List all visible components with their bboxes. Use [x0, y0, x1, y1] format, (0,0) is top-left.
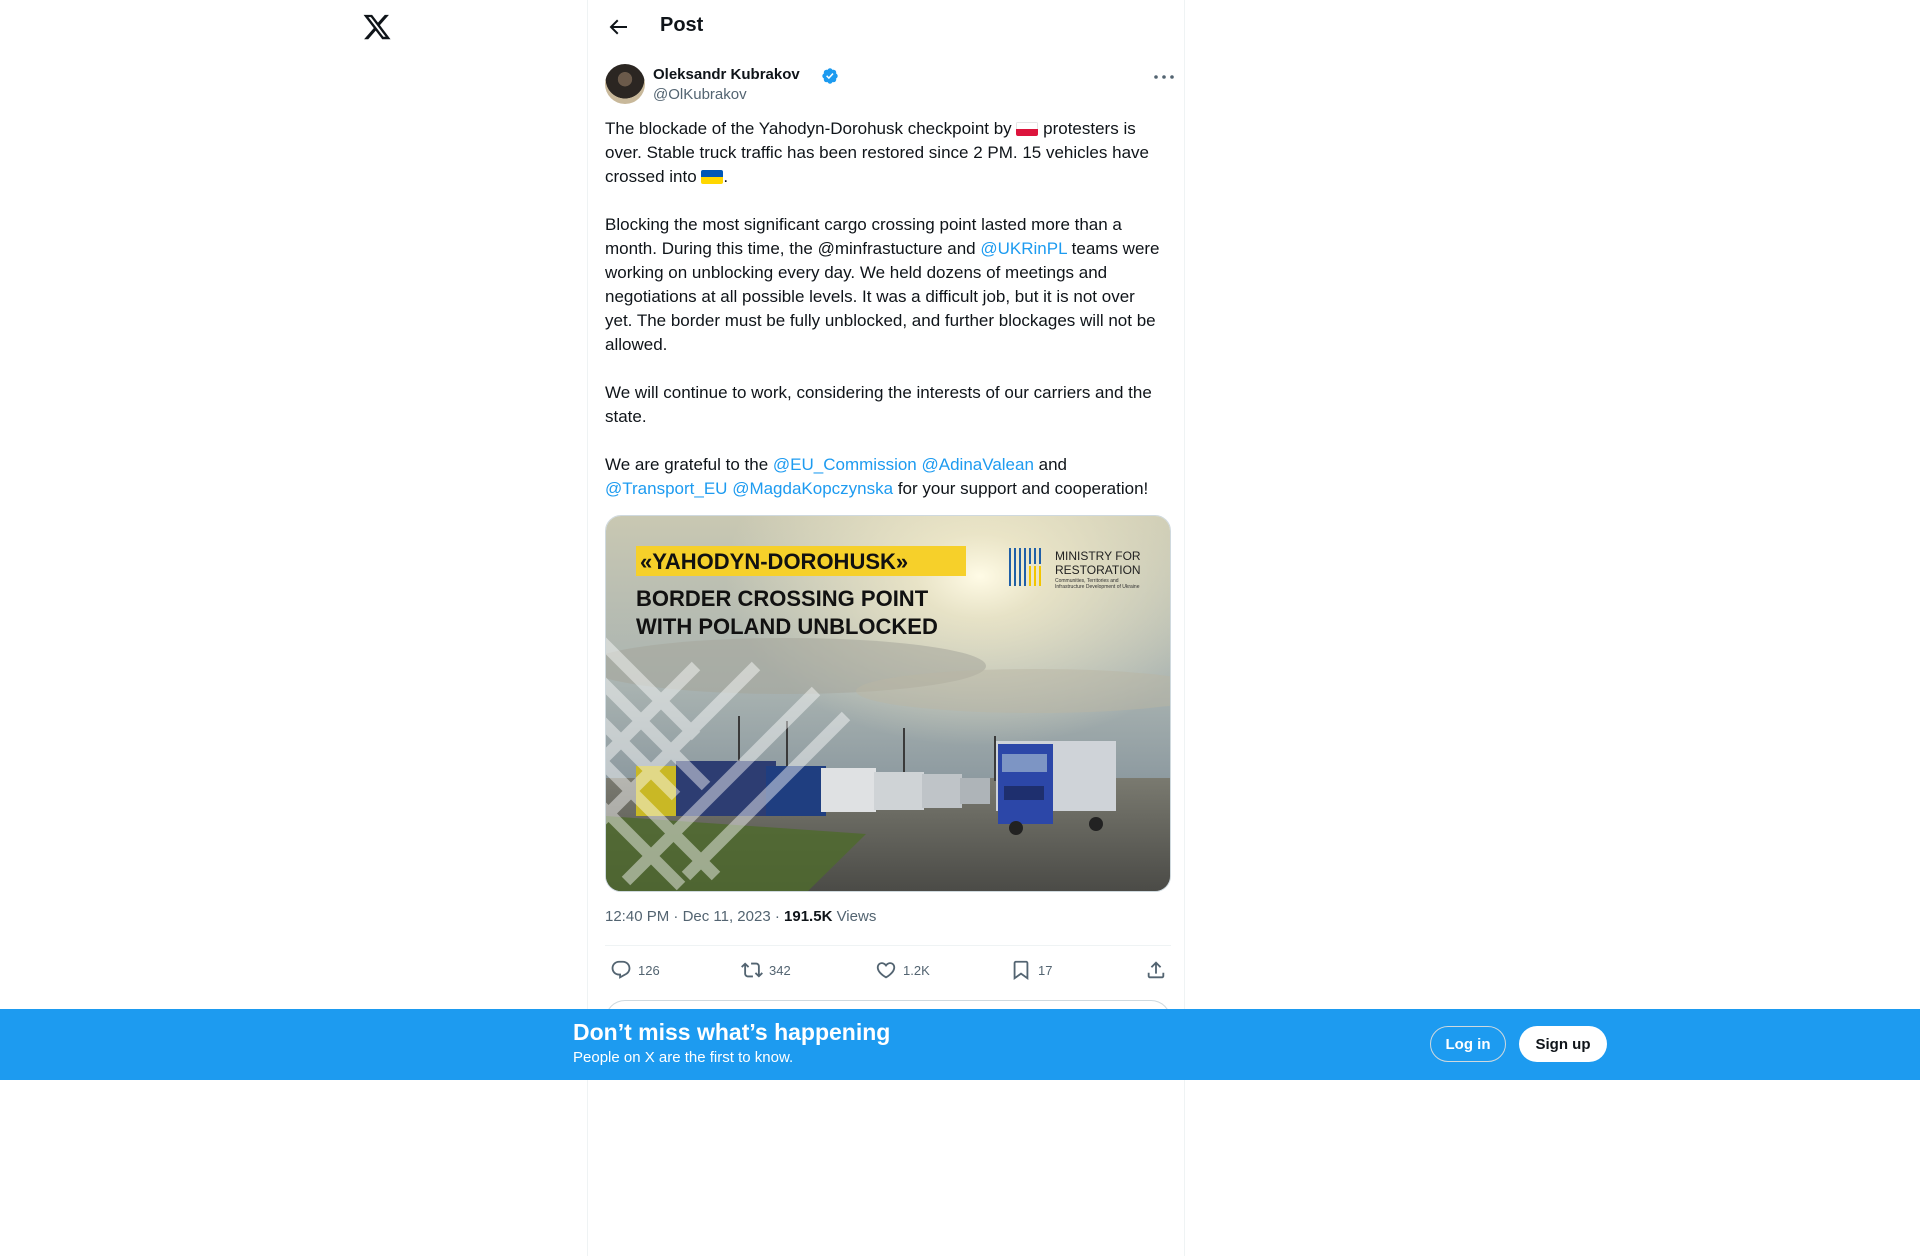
media-subhead-line: WITH POLAND UNBLOCKED: [636, 614, 938, 639]
mention-link[interactable]: @EU_Commission: [773, 455, 917, 474]
post-meta: 12:40 PM · Dec 11, 2023 · 191.5K Views: [605, 908, 876, 925]
repost-count: 342: [769, 962, 791, 978]
signup-banner: Don’t miss what’s happening People on X …: [0, 1009, 1920, 1080]
text-segment: We are grateful to the: [605, 455, 773, 474]
reply-count: 126: [638, 962, 660, 978]
heart-icon: [876, 962, 896, 979]
verified-badge-icon: [822, 68, 838, 84]
repost-button[interactable]: 342: [741, 958, 791, 982]
more-options-icon[interactable]: [1153, 72, 1175, 82]
reply-icon: [611, 960, 631, 979]
text-segment: .: [723, 167, 729, 186]
text-segment: The blockade of the Yahodyn-Dorohusk che…: [605, 119, 1017, 138]
media-illustration: «YAHODYN-DOROHUSK» BORDER CROSSING POINT…: [606, 516, 1170, 891]
divider: [605, 945, 1171, 946]
banner-subtitle: People on X are the first to know.: [573, 1049, 794, 1066]
text-segment: for your support and cooperation!: [893, 479, 1149, 498]
separator: ·: [669, 908, 683, 925]
reply-button[interactable]: 126: [610, 958, 660, 982]
media-brand-small: Infrastructure Development of Ukraine: [1055, 584, 1140, 590]
tweet-paragraph: Blocking the most significant cargo cros…: [605, 213, 1165, 357]
post-time[interactable]: 12:40 PM: [605, 908, 669, 925]
tweet-paragraph: The blockade of the Yahodyn-Dorohusk che…: [605, 117, 1165, 189]
signup-button[interactable]: Sign up: [1519, 1026, 1607, 1062]
media-headline: «YAHODYN-DOROHUSK»: [640, 549, 908, 574]
media-brand-line: MINISTRY FOR: [1055, 549, 1141, 563]
page-title: Post: [660, 14, 704, 36]
repost-icon: [741, 962, 763, 978]
mention-link[interactable]: @UKRinPL: [980, 239, 1067, 258]
post-date[interactable]: Dec 11, 2023: [683, 908, 771, 925]
tweet-media-image[interactable]: «YAHODYN-DOROHUSK» BORDER CROSSING POINT…: [605, 515, 1171, 892]
bookmark-button[interactable]: 17: [1010, 958, 1052, 982]
tweet-text: The blockade of the Yahodyn-Dorohusk che…: [605, 117, 1165, 501]
views-label: Views: [832, 908, 877, 925]
separator: ·: [770, 908, 785, 925]
media-brand-line: RESTORATION: [1055, 563, 1141, 577]
ukraine-flag-icon: [701, 170, 724, 184]
login-button[interactable]: Log in: [1430, 1026, 1506, 1062]
mention-link[interactable]: @Transport_EU: [605, 479, 727, 498]
avatar[interactable]: [605, 64, 645, 104]
x-logo-icon[interactable]: [362, 12, 392, 42]
share-button[interactable]: [1145, 958, 1167, 982]
arrow-left-icon[interactable]: [606, 15, 630, 39]
poland-flag-icon: [1016, 122, 1039, 136]
tweet-paragraph: We will continue to work, considering th…: [605, 383, 1152, 426]
mention-link[interactable]: @MagdaKopczynska: [732, 479, 893, 498]
post-header: Post: [588, 0, 1184, 53]
share-icon: [1147, 961, 1165, 979]
media-subhead-line: BORDER CROSSING POINT: [636, 586, 929, 611]
ministry-logo-icon: [1009, 548, 1041, 586]
banner-title: Don’t miss what’s happening: [573, 1019, 891, 1045]
post-actions: 126 342 1.2K 17: [605, 958, 1171, 982]
author-handle[interactable]: @OlKubrakov: [653, 86, 747, 103]
bookmark-icon: [1013, 960, 1029, 981]
post-author: Oleksandr Kubrakov @OlKubrakov: [605, 64, 1174, 108]
text-segment: and: [1033, 455, 1068, 474]
like-button[interactable]: 1.2K: [875, 958, 930, 982]
views-count: 191.5K: [784, 908, 833, 925]
bookmark-count: 17: [1038, 962, 1053, 978]
mention-link[interactable]: @AdinaValean: [922, 455, 1034, 474]
tweet-paragraph: We are grateful to the @EU_Commission @A…: [605, 453, 1165, 501]
author-name[interactable]: Oleksandr Kubrakov: [653, 66, 800, 83]
like-count: 1.2K: [903, 962, 930, 978]
